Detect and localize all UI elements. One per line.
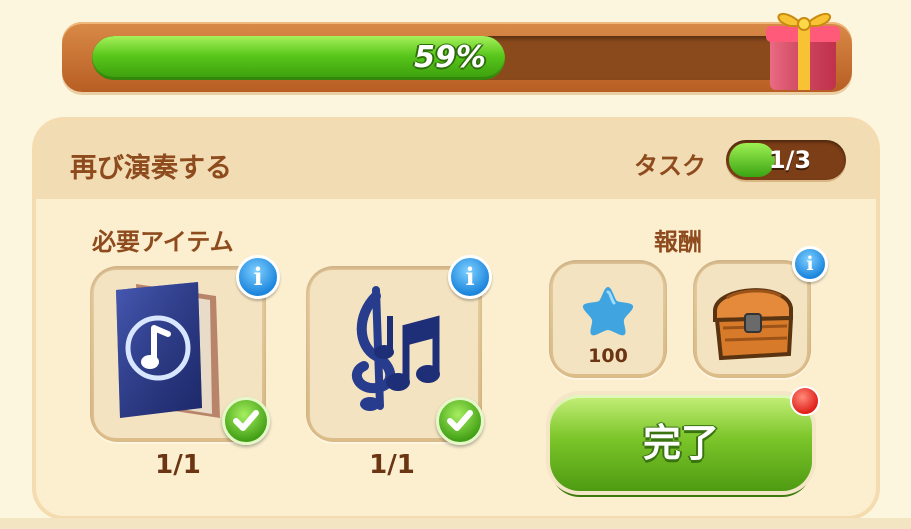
item-2-check-icon <box>436 397 484 445</box>
gift-box-icon[interactable] <box>760 0 846 96</box>
progress-label: 59% <box>414 40 486 75</box>
reward-1-count: 100 <box>588 345 628 367</box>
task-label: タスク <box>634 152 706 180</box>
item-1-count: 1/1 <box>155 450 201 480</box>
required-items-label: 必要アイテム <box>92 228 234 256</box>
item-2-info-icon[interactable]: i <box>448 255 492 299</box>
music-book-icon <box>116 282 220 418</box>
reward-2-info-icon[interactable]: i <box>792 246 828 282</box>
item-2-count: 1/1 <box>369 450 415 480</box>
panel-title: 再び演奏する <box>70 153 232 184</box>
reward-item-2[interactable] <box>693 260 811 378</box>
complete-button[interactable]: 完了 <box>550 395 812 491</box>
item-1-info-icon[interactable]: i <box>236 255 280 299</box>
rewards-label: 報酬 <box>654 228 702 256</box>
bottom-strip <box>0 518 911 529</box>
blue-star-icon <box>582 287 634 336</box>
treasure-chest-icon <box>713 288 794 361</box>
task-count: 1/3 <box>768 146 812 174</box>
complete-button-label: 完了 <box>642 421 719 465</box>
notification-dot-icon <box>790 386 820 416</box>
item-1-check-icon <box>222 397 270 445</box>
